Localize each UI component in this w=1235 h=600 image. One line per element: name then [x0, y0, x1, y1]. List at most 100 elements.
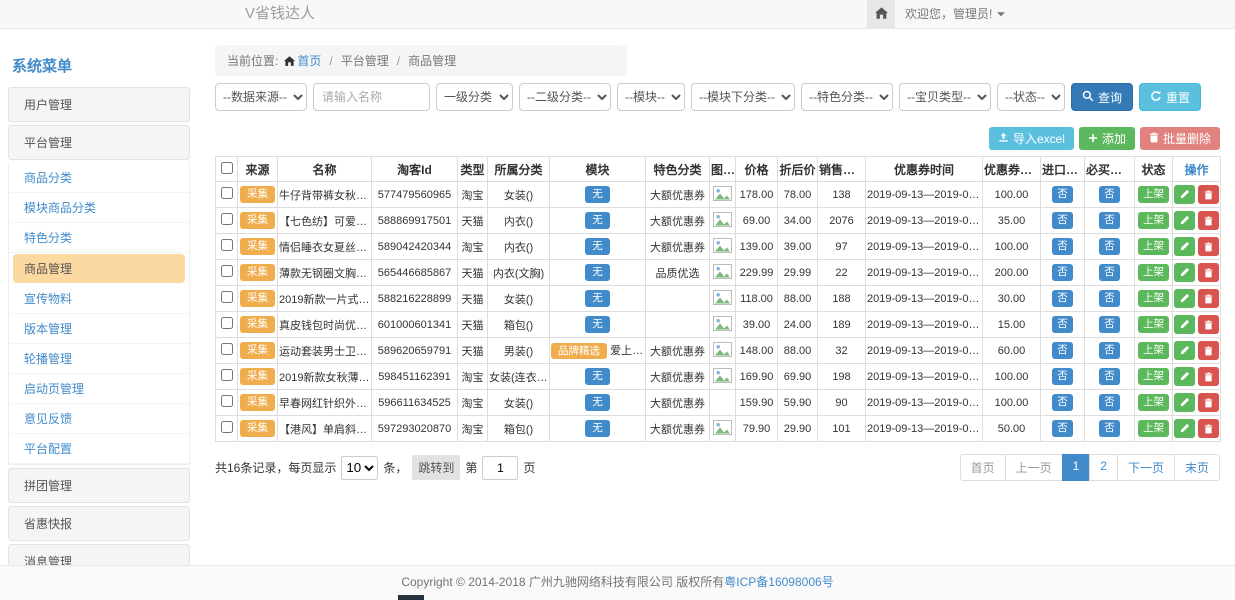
filter-select-二级分类[interactable]: --二级分类-- [519, 83, 611, 111]
delete-button[interactable] [1198, 263, 1219, 282]
edit-button[interactable] [1174, 289, 1195, 308]
sidebar-item-意见反馈[interactable]: 意见反馈 [9, 404, 189, 434]
must-buy-toggle[interactable]: 否 [1099, 238, 1120, 254]
row-checkbox[interactable] [221, 317, 233, 329]
page-button-首页[interactable]: 首页 [960, 454, 1006, 481]
status-toggle[interactable]: 上架 [1138, 420, 1169, 436]
status-toggle[interactable]: 上架 [1138, 368, 1169, 384]
name-search-input[interactable] [313, 83, 430, 111]
delete-button[interactable] [1198, 419, 1219, 438]
row-checkbox[interactable] [221, 187, 233, 199]
delete-button[interactable] [1198, 393, 1219, 412]
delete-button[interactable] [1198, 367, 1219, 386]
import-select-toggle[interactable]: 否 [1052, 290, 1073, 306]
batch-delete-button[interactable]: 批量删除 [1140, 127, 1220, 150]
status-toggle[interactable]: 上架 [1138, 290, 1169, 306]
import-select-toggle[interactable]: 否 [1052, 186, 1073, 202]
home-nav-button[interactable] [867, 0, 895, 28]
edit-button[interactable] [1174, 263, 1195, 282]
sidebar-item-特色分类[interactable]: 特色分类 [9, 223, 189, 253]
page-button-1[interactable]: 1 [1062, 454, 1091, 481]
status-toggle[interactable]: 上架 [1138, 186, 1169, 202]
page-button-2[interactable]: 2 [1089, 454, 1118, 481]
sidebar-group-平台管理[interactable]: 平台管理 [8, 125, 190, 160]
must-buy-toggle[interactable]: 否 [1099, 420, 1120, 436]
add-button[interactable]: 添加 [1079, 127, 1135, 150]
sidebar-item-模块商品分类[interactable]: 模块商品分类 [9, 193, 189, 223]
import-select-toggle[interactable]: 否 [1052, 368, 1073, 384]
user-menu[interactable]: 欢迎您，管理员! [905, 0, 1005, 28]
sidebar-item-轮播管理[interactable]: 轮播管理 [9, 344, 189, 374]
edit-button[interactable] [1174, 341, 1195, 360]
status-toggle[interactable]: 上架 [1138, 238, 1169, 254]
icp-link[interactable]: 粤ICP备16098006号 [724, 575, 833, 589]
jump-page-input[interactable] [482, 456, 518, 480]
row-checkbox[interactable] [221, 213, 233, 225]
status-toggle[interactable]: 上架 [1138, 264, 1169, 280]
edit-button[interactable] [1174, 315, 1195, 334]
status-toggle[interactable]: 上架 [1138, 316, 1169, 332]
import-select-toggle[interactable]: 否 [1052, 238, 1073, 254]
sidebar-item-版本管理[interactable]: 版本管理 [9, 314, 189, 344]
sidebar-group-消息管理[interactable]: 消息管理 [8, 544, 190, 565]
page-button-下一页[interactable]: 下一页 [1117, 454, 1175, 481]
edit-button[interactable] [1174, 185, 1195, 204]
sidebar-item-商品分类[interactable]: 商品分类 [9, 163, 189, 193]
filter-select-模块[interactable]: --模块-- [617, 83, 685, 111]
sidebar-item-平台配置[interactable]: 平台配置 [9, 434, 189, 464]
edit-button[interactable] [1174, 419, 1195, 438]
import-select-toggle[interactable]: 否 [1052, 264, 1073, 280]
import-select-toggle[interactable]: 否 [1052, 212, 1073, 228]
edit-button[interactable] [1174, 367, 1195, 386]
must-buy-toggle[interactable]: 否 [1099, 394, 1120, 410]
delete-button[interactable] [1198, 315, 1219, 334]
filter-select-数据来源[interactable]: --数据来源-- [215, 83, 307, 111]
jump-button[interactable]: 跳转到 [412, 455, 460, 480]
must-buy-toggle[interactable]: 否 [1099, 316, 1120, 332]
column-header-操作[interactable]: 操作 [1173, 157, 1221, 182]
row-checkbox[interactable] [221, 343, 233, 355]
import-excel-button[interactable]: 导入excel [989, 127, 1074, 150]
sidebar-item-商品管理[interactable]: 商品管理 [13, 254, 185, 283]
per-page-select[interactable]: 10 [341, 456, 378, 480]
page-button-上一页[interactable]: 上一页 [1005, 454, 1063, 481]
query-button[interactable]: 查询 [1071, 83, 1133, 111]
must-buy-toggle[interactable]: 否 [1099, 264, 1120, 280]
edit-button[interactable] [1174, 211, 1195, 230]
delete-button[interactable] [1198, 185, 1219, 204]
delete-button[interactable] [1198, 341, 1219, 360]
page-button-末页[interactable]: 末页 [1174, 454, 1220, 481]
filter-select-模块下分类[interactable]: --模块下分类-- [691, 83, 795, 111]
import-select-toggle[interactable]: 否 [1052, 420, 1073, 436]
import-select-toggle[interactable]: 否 [1052, 316, 1073, 332]
must-buy-toggle[interactable]: 否 [1099, 368, 1120, 384]
filter-select-一级分类[interactable]: 一级分类 [436, 83, 513, 111]
sidebar-group-拼团管理[interactable]: 拼团管理 [8, 468, 190, 503]
select-all-checkbox[interactable] [221, 162, 233, 174]
status-toggle[interactable]: 上架 [1138, 342, 1169, 358]
must-buy-toggle[interactable]: 否 [1099, 186, 1120, 202]
status-toggle[interactable]: 上架 [1138, 212, 1169, 228]
import-select-toggle[interactable]: 否 [1052, 342, 1073, 358]
sidebar-group-省惠快报[interactable]: 省惠快报 [8, 506, 190, 541]
filter-select-宝贝类型[interactable]: --宝贝类型-- [899, 83, 991, 111]
filter-select-状态[interactable]: --状态-- [997, 83, 1065, 111]
row-checkbox[interactable] [221, 265, 233, 277]
row-checkbox[interactable] [221, 395, 233, 407]
reset-button[interactable]: 重置 [1139, 83, 1201, 111]
delete-button[interactable] [1198, 289, 1219, 308]
status-toggle[interactable]: 上架 [1138, 394, 1169, 410]
must-buy-toggle[interactable]: 否 [1099, 290, 1120, 306]
edit-button[interactable] [1174, 237, 1195, 256]
row-checkbox[interactable] [221, 369, 233, 381]
sidebar-item-宣传物料[interactable]: 宣传物料 [9, 284, 189, 314]
row-checkbox[interactable] [221, 421, 233, 433]
row-checkbox[interactable] [221, 291, 233, 303]
import-select-toggle[interactable]: 否 [1052, 394, 1073, 410]
must-buy-toggle[interactable]: 否 [1099, 212, 1120, 228]
delete-button[interactable] [1198, 211, 1219, 230]
sidebar-group-用户管理[interactable]: 用户管理 [8, 87, 190, 122]
filter-select-特色分类[interactable]: --特色分类-- [801, 83, 893, 111]
must-buy-toggle[interactable]: 否 [1099, 342, 1120, 358]
sidebar-item-启动页管理[interactable]: 启动页管理 [9, 374, 189, 404]
